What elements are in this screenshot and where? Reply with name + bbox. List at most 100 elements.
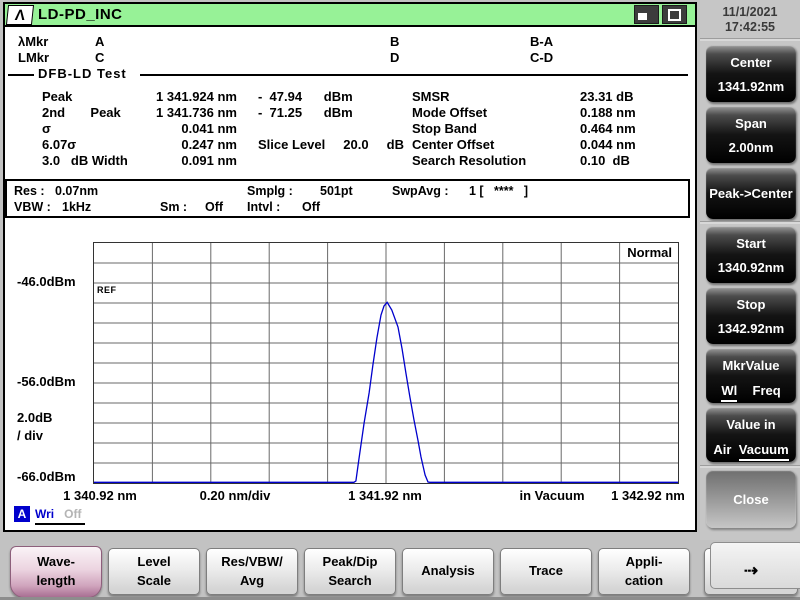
fkey-trace[interactable]: Trace <box>500 548 592 595</box>
fkey-analysis[interactable]: Analysis <box>402 548 494 595</box>
next-page-arrow-icon: ⇢ <box>743 561 759 581</box>
marker-d-label: D <box>390 50 400 65</box>
fkey-level-scale[interactable]: Level Scale <box>108 548 200 595</box>
level-marker-label: LMkr <box>18 50 50 65</box>
window-title: LD-PD_INC <box>38 6 123 23</box>
result-wavelength: 0.041 nm <box>181 121 237 136</box>
maximize-button[interactable] <box>662 5 687 24</box>
softkey-stop[interactable]: Stop 1342.92nm <box>706 287 796 344</box>
softkey-span[interactable]: Span 2.00nm <box>706 106 796 163</box>
test-title: DFB-LD Test <box>38 66 127 81</box>
fkey-label: Scale <box>137 572 171 588</box>
intvl-label: Intvl : <box>247 200 281 214</box>
softkey-value-in[interactable]: Value in Air Vacuum <box>706 407 796 462</box>
anritsu-logo-icon: Λ <box>5 4 35 25</box>
softkey-title: Value in <box>726 417 776 432</box>
marker-ba-label: B-A <box>530 34 554 49</box>
result-value: 0.464 nm <box>580 121 636 136</box>
x-axis-medium-label: in Vacuum <box>519 488 585 503</box>
smplg-value: 501pt <box>320 184 353 198</box>
datetime: 11/1/2021 17:42:55 <box>700 5 800 35</box>
softkey-value: 1341.92nm <box>717 79 785 94</box>
result-label: Peak <box>42 89 73 104</box>
softkey-peak-to-center[interactable]: Peak->Center <box>706 167 796 219</box>
panel-divider <box>700 465 800 468</box>
softkey-center[interactable]: Center 1341.92nm <box>706 45 796 102</box>
fkey-peak-dip-search[interactable]: Peak/Dip Search <box>304 548 396 595</box>
x-axis-start-label: 1 340.92 nm <box>63 488 137 503</box>
softkey-title: Span <box>735 116 767 131</box>
y-axis-div-label: 2.0dB <box>17 410 53 425</box>
result-label: σ <box>42 121 51 136</box>
result-label: Search Resolution <box>412 153 527 168</box>
result-wavelength: 1 341.924 nm <box>156 89 237 104</box>
fkey-label: Peak/Dip <box>322 553 378 569</box>
option-wavelength[interactable]: Wl <box>721 383 738 402</box>
panel-divider <box>700 38 800 41</box>
option-frequency[interactable]: Freq <box>753 383 781 402</box>
test-title-rule-right <box>140 74 688 76</box>
result-wavelength: 1 341.736 nm <box>156 105 237 120</box>
softkey-title: Start <box>736 236 766 251</box>
panel-divider <box>700 221 800 224</box>
fkey-label: Trace <box>529 563 563 579</box>
softkey-title: MkrValue <box>722 358 780 373</box>
sm-value: Off <box>205 200 224 214</box>
result-value: 23.31 dB <box>580 89 634 104</box>
fkey-more-pages[interactable]: ⇢ <box>704 542 800 595</box>
softkey-close[interactable]: Close <box>706 470 796 528</box>
vbw-label: VBW : <box>14 200 51 214</box>
trace-a-indicator[interactable]: A Wri Off <box>14 506 86 525</box>
vbw-value: 1kHz <box>62 200 92 214</box>
spectrum-chart: Normal REF <box>93 242 679 484</box>
softkey-value: 1342.92nm <box>717 321 785 336</box>
fkey-label: Analysis <box>421 563 475 579</box>
minimize-button[interactable] <box>634 5 659 24</box>
fkey-label: cation <box>624 572 664 588</box>
result-value: 0.188 nm <box>580 105 636 120</box>
result-label: Mode Offset <box>412 105 488 120</box>
result-label: Center Offset <box>412 137 495 152</box>
test-title-rule-left <box>8 74 34 76</box>
fkey-application[interactable]: Appli- cation <box>598 548 690 595</box>
result-label: Stop Band <box>412 121 477 136</box>
fkey-label: Avg <box>239 572 265 588</box>
x-axis-div-label: 0.20 nm/div <box>199 488 271 503</box>
y-axis-ref-label: -46.0dBm <box>17 274 76 289</box>
time-label: 17:42:55 <box>724 20 776 34</box>
fkey-wavelength[interactable]: Wave- length <box>10 546 102 598</box>
result-label: 6.07σ <box>42 137 77 152</box>
sm-label: Sm : <box>160 200 188 214</box>
maximize-icon <box>668 9 681 21</box>
softkey-title: Stop <box>736 297 766 312</box>
option-air[interactable]: Air <box>713 442 731 461</box>
titlebar: Λ LD-PD_INC <box>5 4 695 27</box>
marker-a-label: A <box>95 34 105 49</box>
softkey-mkr-value[interactable]: MkrValue Wl Freq <box>706 348 796 403</box>
fkey-label: Wave- <box>37 554 75 570</box>
softkey-start[interactable]: Start 1340.92nm <box>706 226 796 283</box>
x-axis-stop-label: 1 342.92 nm <box>611 488 685 503</box>
fkey-label: length <box>36 573 76 588</box>
y-axis-bottom-label: -66.0dBm <box>17 469 76 484</box>
fkey-label: Appli- <box>625 553 663 569</box>
fkey-res-vbw-avg[interactable]: Res/VBW/ Avg <box>206 548 298 595</box>
res-value: 0.07nm <box>55 184 99 198</box>
intvl-value: Off <box>302 200 321 214</box>
ref-line-label: REF <box>96 285 118 295</box>
swpavg-value: 1 [ **** ] <box>469 184 529 198</box>
result-wavelength: 0.247 nm <box>181 137 237 152</box>
fkey-label: Search <box>328 572 372 588</box>
result-value: 0.10 dB <box>580 153 630 168</box>
marker-b-label: B <box>390 34 400 49</box>
date-label: 11/1/2021 <box>722 5 778 19</box>
option-vacuum[interactable]: Vacuum <box>738 442 789 461</box>
trace-mode-label: Normal <box>627 245 672 260</box>
softkey-title: Peak->Center <box>709 185 793 201</box>
result-label: SMSR <box>412 89 450 104</box>
result-value: 0.044 nm <box>580 137 636 152</box>
result-level: - 47.94 dBm <box>258 89 353 104</box>
trace-write-label: Wri <box>35 507 55 521</box>
smplg-label: Smplg : <box>247 184 293 198</box>
trace-off-label: Off <box>64 507 82 521</box>
